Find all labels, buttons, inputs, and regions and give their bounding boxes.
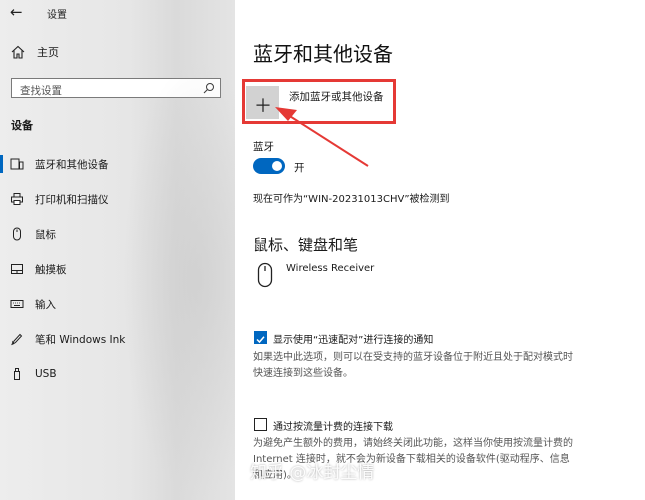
keyboard-icon	[10, 300, 24, 308]
mouse-icon	[13, 227, 21, 241]
bluetooth-state: 开	[294, 162, 305, 174]
nav-home[interactable]: 主页	[10, 44, 59, 60]
swift-pair-description: 如果选中此选项，则可以在受支持的蓝牙设备位于附近且处于配对模式时 快速连接到这些…	[253, 350, 613, 382]
sidebar: ← 设置 主页 设备 蓝牙和其他设备 打印机和扫描仪	[0, 0, 235, 500]
discoverable-text: 现在可作为“WIN-20231013CHV”被检测到	[253, 194, 450, 205]
device-wireless-receiver[interactable]: Wireless Receiver	[286, 263, 374, 274]
desc-line: 如果选中此选项，则可以在受支持的蓝牙设备位于附近且处于配对模式时	[253, 352, 573, 363]
app-title: 设置	[47, 10, 67, 21]
metered-download-label[interactable]: 通过按流量计费的连接下载	[273, 418, 393, 433]
sidebar-item-label: 笔和 Windows Ink	[35, 333, 126, 346]
bluetooth-label: 蓝牙	[253, 141, 274, 153]
mouse-icon	[257, 262, 273, 288]
sidebar-item-typing[interactable]: 输入	[0, 289, 235, 319]
search-icon[interactable]	[203, 82, 215, 94]
add-device-label[interactable]: 添加蓝牙或其他设备	[289, 89, 384, 104]
plus-icon: ＋	[254, 96, 272, 117]
sidebar-item-usb[interactable]: USB	[0, 359, 235, 389]
back-arrow-icon[interactable]: ←	[10, 3, 23, 21]
bluetooth-devices-icon	[10, 158, 24, 170]
main-content: 蓝牙和其他设备 ＋ 添加蓝牙或其他设备 蓝牙 开 现在可作为“WIN-20231…	[235, 0, 645, 500]
sidebar-item-label: 打印机和扫描仪	[35, 193, 109, 206]
home-icon	[11, 45, 25, 59]
mouse-keyboard-pen-heading: 鼠标、键盘和笔	[253, 236, 359, 254]
sidebar-item-label: 触摸板	[35, 263, 67, 276]
bluetooth-toggle[interactable]	[253, 158, 285, 174]
sidebar-item-label: 蓝牙和其他设备	[35, 158, 109, 171]
sidebar-item-printers[interactable]: 打印机和扫描仪	[0, 184, 235, 214]
sidebar-item-label: 输入	[35, 298, 56, 311]
pen-icon	[11, 333, 23, 346]
metered-download-checkbox[interactable]	[254, 418, 267, 431]
section-heading-devices: 设备	[11, 119, 33, 132]
touchpad-icon	[11, 264, 23, 274]
checkmark-icon	[256, 336, 265, 344]
add-device-button[interactable]: ＋	[246, 86, 279, 119]
desc-line: 快速连接到这些设备。	[253, 368, 353, 379]
title-bar: ← 设置	[0, 0, 235, 26]
sidebar-item-pen[interactable]: 笔和 Windows Ink	[0, 324, 235, 354]
sidebar-item-bluetooth[interactable]: 蓝牙和其他设备	[0, 149, 235, 179]
sidebar-item-label: USB	[35, 368, 57, 380]
search-input[interactable]	[12, 82, 200, 100]
search-box	[11, 78, 221, 100]
swift-pair-label[interactable]: 显示使用“迅速配对”进行连接的通知	[273, 331, 433, 346]
desc-line: 为避免产生额外的费用，请始终关闭此功能，这样当你使用按流量计费的	[253, 438, 573, 449]
sidebar-item-label: 鼠标	[35, 228, 56, 241]
sidebar-item-mouse[interactable]: 鼠标	[0, 219, 235, 249]
swift-pair-checkbox[interactable]	[254, 331, 267, 344]
sidebar-item-touchpad[interactable]: 触摸板	[0, 254, 235, 284]
page-title: 蓝牙和其他设备	[253, 42, 393, 66]
nav-home-label: 主页	[37, 46, 59, 59]
printer-icon	[11, 193, 23, 205]
watermark: 知乎 @冰封尘情	[250, 463, 375, 483]
selected-indicator	[0, 155, 3, 173]
usb-icon	[14, 368, 20, 380]
toggle-knob	[272, 161, 282, 171]
